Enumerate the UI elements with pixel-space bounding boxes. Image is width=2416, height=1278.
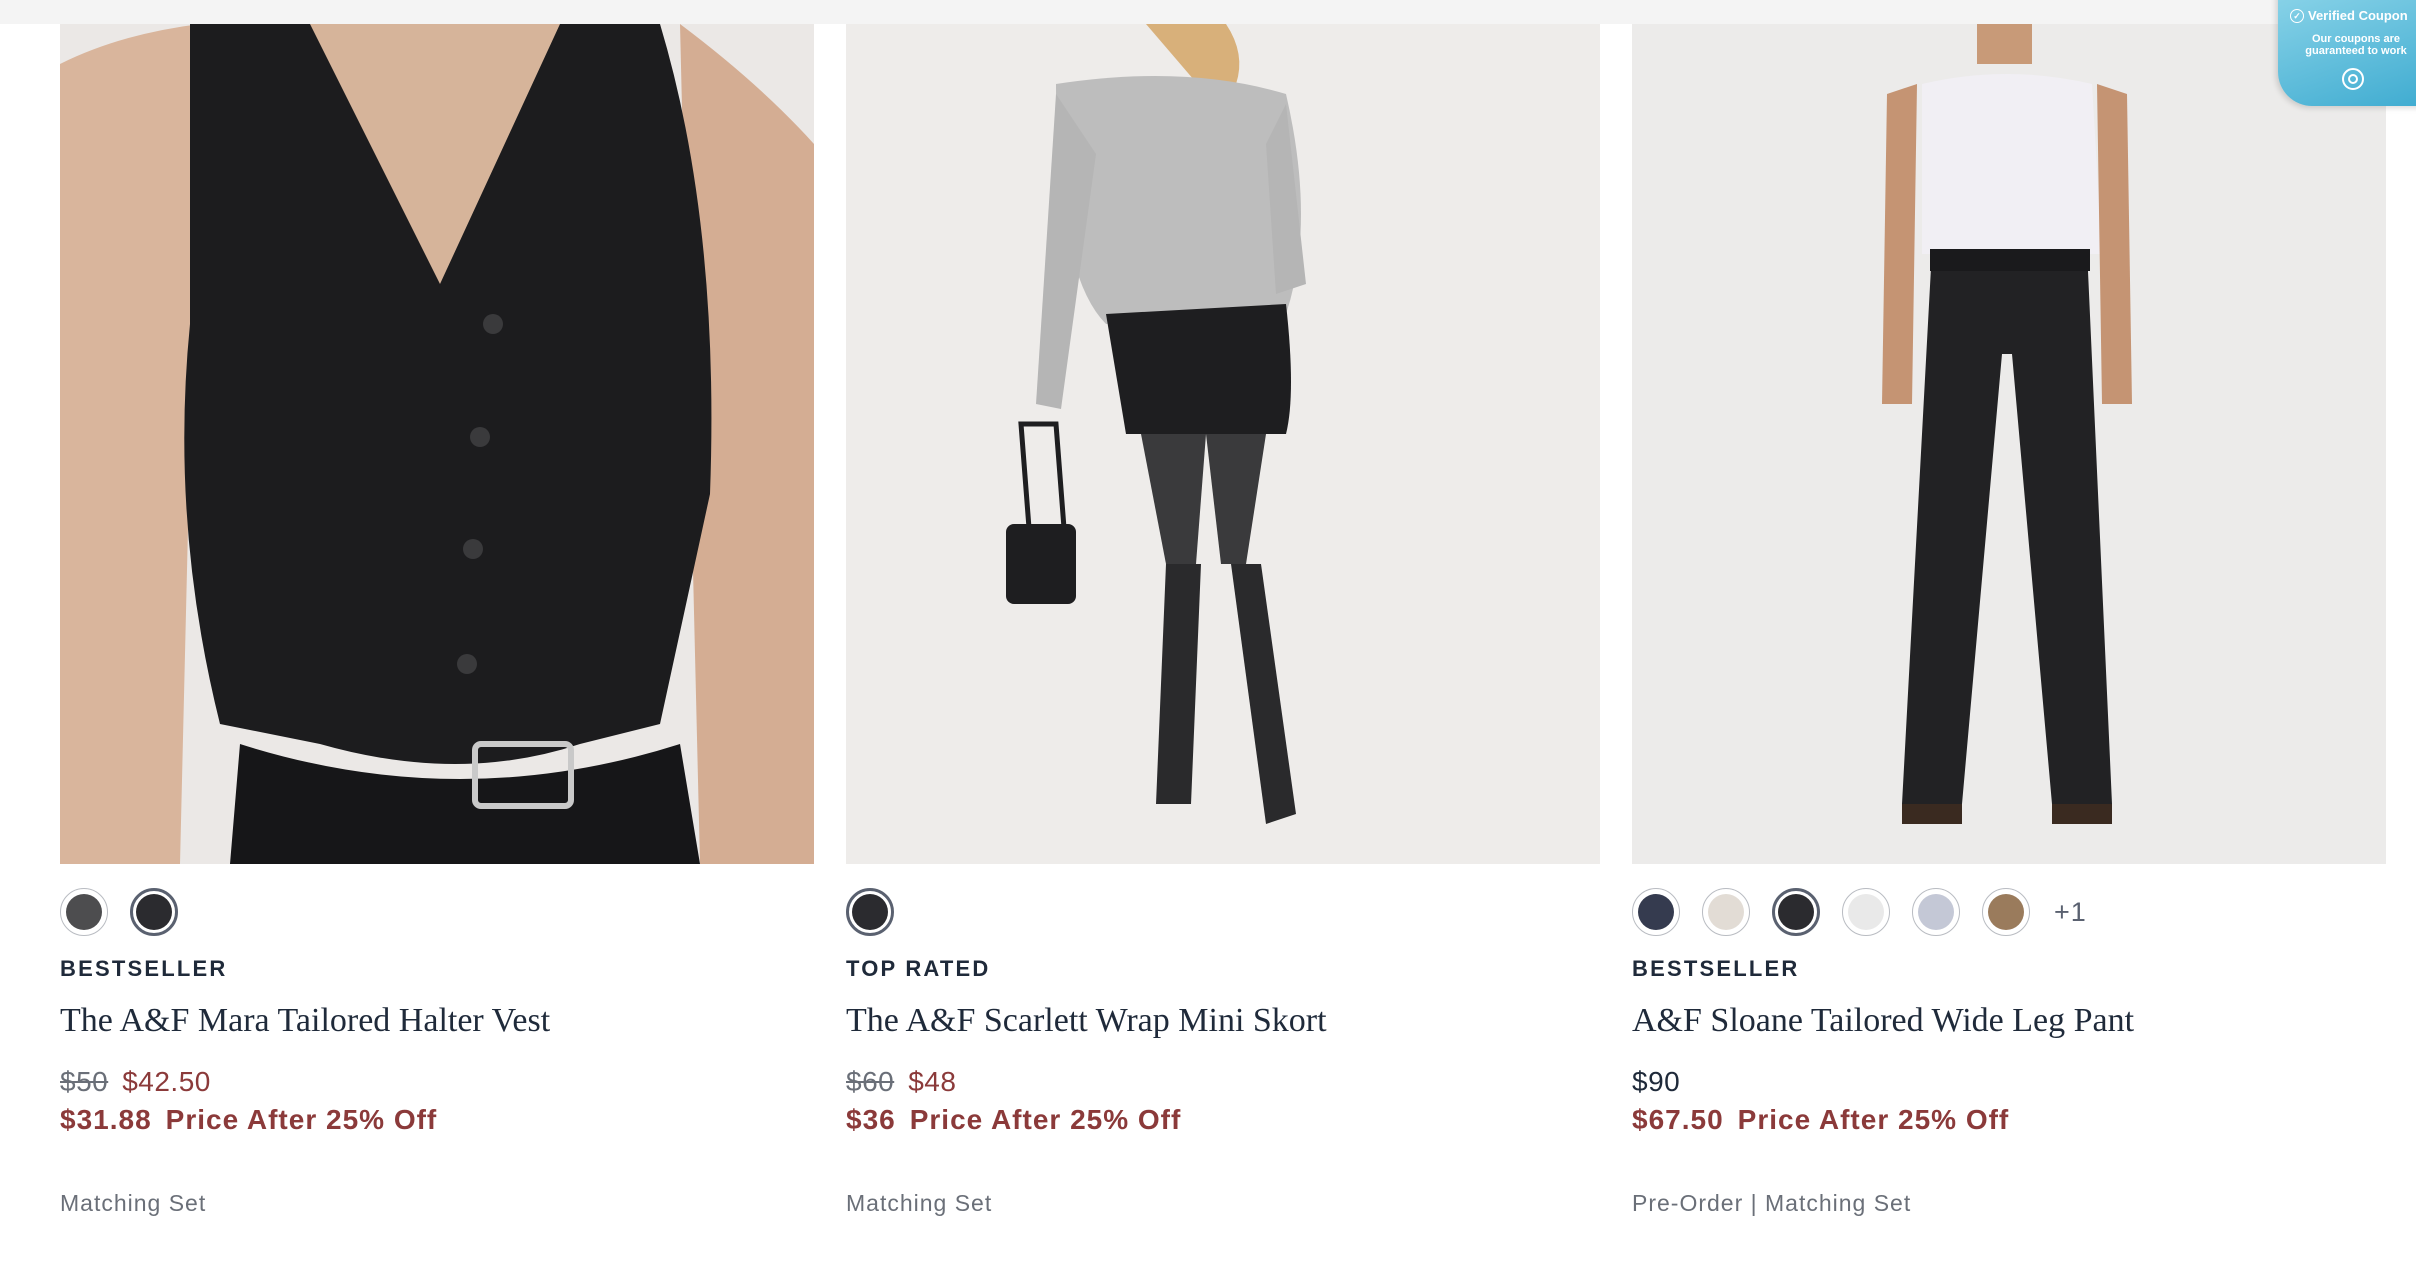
product-badge: TOP RATED — [846, 956, 991, 981]
color-swatch[interactable] — [1632, 888, 1680, 936]
product-badge: BESTSELLER — [60, 956, 228, 981]
product-image[interactable] — [846, 24, 1600, 864]
regular-price: $90 — [1632, 1066, 1681, 1097]
discount-price: $67.50 — [1632, 1104, 1724, 1135]
product-title[interactable]: The A&F Mara Tailored Halter Vest — [60, 1002, 550, 1040]
color-swatch[interactable] — [846, 888, 894, 936]
discount-label: Price After 25% Off — [909, 1104, 1182, 1135]
coupon-header: ✓ Verified Coupon — [2290, 8, 2408, 23]
color-swatch[interactable] — [130, 888, 178, 936]
color-swatch[interactable] — [1702, 888, 1750, 936]
product-tags: Matching Set — [60, 1190, 207, 1216]
product-title[interactable]: A&F Sloane Tailored Wide Leg Pant — [1632, 1002, 2134, 1040]
product-image[interactable] — [1632, 24, 2386, 864]
swatch-color — [66, 894, 102, 930]
product-title[interactable]: The A&F Scarlett Wrap Mini Skort — [846, 1002, 1327, 1040]
product-tags: Pre-Order | Matching Set — [1632, 1190, 1912, 1216]
coupon-title: Verified Coupon — [2308, 8, 2408, 23]
product-prices: $50 $42.50 — [60, 1066, 211, 1098]
sale-price: $42.50 — [122, 1066, 211, 1097]
color-swatch[interactable] — [1772, 888, 1820, 936]
product-card[interactable]: TOP RATED The A&F Scarlett Wrap Mini Sko… — [846, 24, 1600, 1216]
product-card[interactable]: BESTSELLER The A&F Mara Tailored Halter … — [60, 24, 814, 1216]
color-swatch[interactable] — [1842, 888, 1890, 936]
swatch-color — [852, 894, 888, 930]
swatch-color — [1638, 894, 1674, 930]
color-swatch[interactable] — [1912, 888, 1960, 936]
more-colors-link[interactable]: +1 — [2054, 897, 2087, 928]
discount-label: Price After 25% Off — [1737, 1104, 2010, 1135]
discount-price: $36 — [846, 1104, 896, 1135]
original-price: $60 — [846, 1066, 895, 1097]
color-swatches: +1 — [1632, 886, 2087, 938]
top-bar — [0, 0, 2416, 24]
coupon-logo-icon[interactable] — [2342, 68, 2364, 90]
color-swatches — [846, 886, 894, 938]
product-badge: BESTSELLER — [1632, 956, 1800, 981]
color-swatch[interactable] — [1982, 888, 2030, 936]
original-price: $50 — [60, 1066, 109, 1097]
swatch-color — [1918, 894, 1954, 930]
swatch-color — [136, 894, 172, 930]
product-image[interactable] — [60, 24, 814, 864]
product-tags: Matching Set — [846, 1190, 993, 1216]
check-icon: ✓ — [2290, 8, 2304, 23]
coupon-subtitle: Our coupons are guaranteed to work — [2305, 33, 2407, 57]
swatch-color — [1778, 894, 1814, 930]
product-prices: $90 — [1632, 1066, 1680, 1098]
verified-coupon-widget[interactable]: ✓ Verified Coupon Our coupons are guaran… — [2278, 0, 2416, 106]
swatch-color — [1988, 894, 2024, 930]
sale-price: $48 — [908, 1066, 957, 1097]
discount-line: $36 Price After 25% Off — [846, 1104, 1181, 1136]
swatch-color — [1708, 894, 1744, 930]
discount-line: $67.50 Price After 25% Off — [1632, 1104, 2009, 1136]
discount-price: $31.88 — [60, 1104, 152, 1135]
discount-line: $31.88 Price After 25% Off — [60, 1104, 437, 1136]
product-prices: $60 $48 — [846, 1066, 956, 1098]
color-swatch[interactable] — [60, 888, 108, 936]
color-swatches — [60, 886, 178, 938]
discount-label: Price After 25% Off — [165, 1104, 438, 1135]
product-card[interactable]: +1 BESTSELLER A&F Sloane Tailored Wide L… — [1632, 24, 2386, 1216]
swatch-color — [1848, 894, 1884, 930]
